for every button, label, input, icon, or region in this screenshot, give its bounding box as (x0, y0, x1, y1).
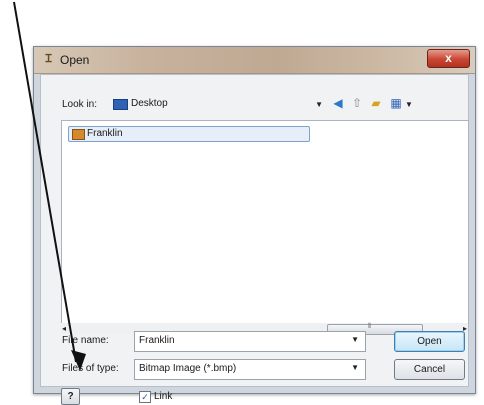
desktop-icon (113, 99, 128, 110)
image-file-icon (72, 129, 85, 140)
file-name-value: Franklin (139, 335, 175, 346)
look-in-label: Look in: (62, 99, 98, 110)
app-icon: Ɪ (45, 53, 52, 65)
file-name-label: File name: (62, 335, 109, 346)
link-checkbox[interactable]: ✓ (139, 391, 151, 403)
screenshot-canvas: Ɪ Open x Look in: Desktop ▼ ◀ ⇧ ▰ ▦ ▼ Fr… (0, 0, 484, 405)
dialog-title: Open (60, 53, 90, 67)
file-type-value: Bitmap Image (*.bmp) (139, 363, 237, 374)
cancel-button[interactable]: Cancel (394, 359, 465, 380)
help-button[interactable]: ? (61, 388, 80, 405)
open-dialog: Ɪ Open x Look in: Desktop ▼ ◀ ⇧ ▰ ▦ ▼ Fr… (33, 46, 476, 405)
close-button[interactable]: x (427, 49, 470, 68)
file-name-combo[interactable]: Franklin ▼ (134, 331, 366, 352)
scroll-left-icon[interactable]: ◂ (62, 324, 66, 333)
file-type-combo[interactable]: Bitmap Image (*.bmp) ▼ (134, 359, 366, 380)
link-checkbox-label: Link (154, 391, 173, 402)
dialog-body: Look in: Desktop ▼ ◀ ⇧ ▰ ▦ ▼ Franklin ◂ (40, 74, 469, 405)
file-type-label: Files of type: (62, 363, 119, 374)
grip-icon: ⦀ (368, 323, 372, 330)
look-in-value: Desktop (131, 98, 168, 109)
title-bar[interactable]: Ɪ Open x (34, 47, 475, 74)
chevron-down-icon: ▼ (351, 335, 359, 344)
chevron-down-icon: ▼ (351, 363, 359, 372)
look-in-combo[interactable]: Desktop ▼ (110, 96, 327, 112)
file-list[interactable]: Franklin (61, 120, 469, 324)
views-icon[interactable]: ▦ (389, 96, 403, 110)
new-folder-icon[interactable]: ▰ (369, 96, 383, 110)
open-button[interactable]: Open (394, 331, 465, 352)
up-folder-icon[interactable]: ⇧ (350, 96, 364, 110)
file-item[interactable]: Franklin (68, 126, 310, 142)
chevron-down-icon: ▼ (315, 100, 323, 109)
back-icon[interactable]: ◀ (331, 96, 345, 110)
file-item-name: Franklin (87, 128, 123, 139)
views-dropdown-icon[interactable]: ▼ (405, 100, 413, 109)
